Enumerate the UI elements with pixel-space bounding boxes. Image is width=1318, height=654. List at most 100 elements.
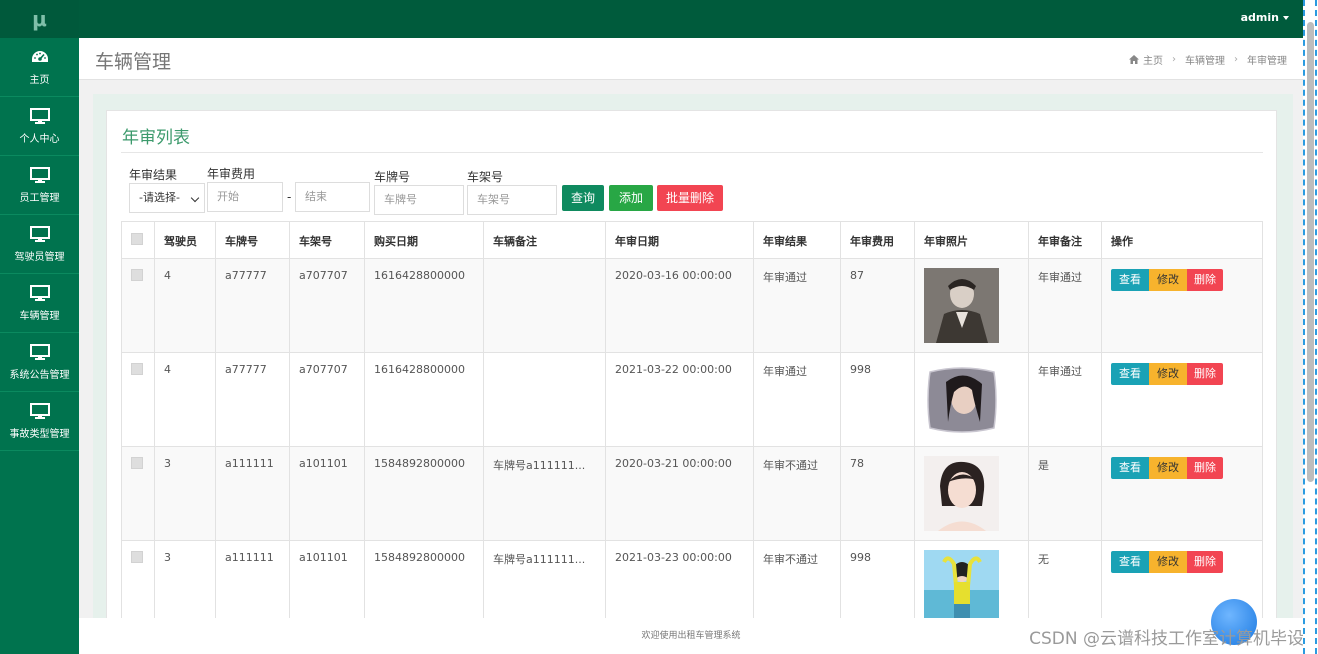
fee-end-input[interactable]: 结束 xyxy=(295,182,370,212)
search-button[interactable]: 查询 xyxy=(562,185,604,211)
batch-delete-button[interactable]: 批量删除 xyxy=(657,185,723,211)
column-header: 车辆备注 xyxy=(483,221,606,259)
row-checkbox[interactable] xyxy=(131,457,143,469)
review-date-cell: 2020-03-16 00:00:00 xyxy=(605,258,754,353)
divider xyxy=(121,152,1263,153)
annual-review-table: 驾驶员 车牌号 车架号 购买日期 车辆备注 年审日期 年审结果 年审费用 年审照… xyxy=(121,221,1263,618)
actions-cell: 查看 修改 删除 xyxy=(1101,352,1263,447)
row-select-cell[interactable] xyxy=(121,540,155,618)
sidebar-item-announcements[interactable]: 系统公告管理 xyxy=(0,333,79,392)
sidebar-item-drivers[interactable]: 驾驶员管理 xyxy=(0,215,79,274)
sidebar-item-profile[interactable]: 个人中心 xyxy=(0,97,79,156)
monitor-icon xyxy=(29,107,50,124)
plate-input[interactable]: 车牌号 xyxy=(374,185,464,215)
table-header-row: 驾驶员 车牌号 车架号 购买日期 车辆备注 年审日期 年审结果 年审费用 年审照… xyxy=(121,221,1263,259)
monitor-icon xyxy=(29,402,50,419)
panel-wrapper: 年审列表 年审结果 -请选择- 年审费用 开始 - 结束 车牌号 车牌号 车架号 xyxy=(93,94,1293,618)
chevron-right-icon: › xyxy=(1234,54,1238,65)
fee-start-input[interactable]: 开始 xyxy=(207,182,283,212)
edit-button[interactable]: 修改 xyxy=(1149,363,1187,385)
chevron-down-icon xyxy=(190,193,200,203)
view-button[interactable]: 查看 xyxy=(1111,269,1149,291)
select-all-checkbox[interactable] xyxy=(131,233,143,245)
delete-button[interactable]: 删除 xyxy=(1187,363,1223,385)
view-button[interactable]: 查看 xyxy=(1111,363,1149,385)
buy-date-cell: 1584892800000 xyxy=(364,446,484,541)
breadcrumb-vehicles[interactable]: 车辆管理 xyxy=(1185,52,1225,67)
caret-down-icon xyxy=(1283,16,1289,20)
vehicle-note-cell: 车牌号a111111... xyxy=(483,540,606,618)
view-button[interactable]: 查看 xyxy=(1111,551,1149,573)
breadcrumb-home[interactable]: 主页 xyxy=(1143,52,1163,67)
actions-cell: 查看 修改 删除 xyxy=(1101,446,1263,541)
review-date-cell: 2021-03-23 00:00:00 xyxy=(605,540,754,618)
sidebar-item-vehicles[interactable]: 车辆管理 xyxy=(0,274,79,333)
row-checkbox[interactable] xyxy=(131,551,143,563)
delete-button[interactable]: 删除 xyxy=(1187,551,1223,573)
sidebar-item-label: 员工管理 xyxy=(19,192,60,204)
plate-cell: a111111 xyxy=(215,540,290,618)
fee-end-placeholder: 结束 xyxy=(305,190,327,203)
frame-cell: a707707 xyxy=(289,258,365,353)
column-header: 操作 xyxy=(1101,221,1263,259)
delete-button[interactable]: 删除 xyxy=(1187,269,1223,291)
sidebar-item-label: 个人中心 xyxy=(19,133,60,145)
select-all-cell[interactable] xyxy=(121,221,155,259)
home-icon xyxy=(1129,55,1139,64)
selection-edge xyxy=(1315,0,1317,654)
column-header: 年审费用 xyxy=(840,221,915,259)
sidebar-item-label: 车辆管理 xyxy=(19,310,60,322)
frame-placeholder: 车架号 xyxy=(477,193,510,206)
photo-cell xyxy=(914,540,1029,618)
column-header: 驾驶员 xyxy=(154,221,216,259)
plate-filter-label: 车牌号 xyxy=(374,170,411,184)
monitor-icon xyxy=(29,225,50,242)
review-date-cell: 2021-03-22 00:00:00 xyxy=(605,352,754,447)
column-header: 年审备注 xyxy=(1028,221,1102,259)
add-button[interactable]: 添加 xyxy=(609,185,653,211)
column-header: 年审结果 xyxy=(753,221,841,259)
edit-button[interactable]: 修改 xyxy=(1149,269,1187,291)
delete-button[interactable]: 删除 xyxy=(1187,457,1223,479)
user-menu[interactable]: admin xyxy=(1241,11,1289,24)
fee-cell: 87 xyxy=(840,258,915,353)
sidebar: μ 主页 个人中心 员工管理 驾驶员管理 车辆管理 系统公告管理 事故类型管理 xyxy=(0,0,79,654)
row-select-cell[interactable] xyxy=(121,446,155,541)
remark-cell: 无 xyxy=(1028,540,1102,618)
photo-cell xyxy=(914,446,1029,541)
breadcrumb-current: 年审管理 xyxy=(1247,56,1287,67)
plate-cell: a111111 xyxy=(215,446,290,541)
scrollbar-thumb[interactable] xyxy=(1307,22,1314,482)
column-header: 年审照片 xyxy=(914,221,1029,259)
table-row: 3 a111111 a101101 1584892800000 车牌号a1111… xyxy=(121,446,1263,541)
fee-cell: 998 xyxy=(840,540,915,618)
photo-beach-icon xyxy=(924,550,999,618)
vehicle-note-cell xyxy=(483,352,606,447)
actions-cell: 查看 修改 删除 xyxy=(1101,258,1263,353)
frame-filter-label: 车架号 xyxy=(467,170,504,184)
sidebar-item-accident-types[interactable]: 事故类型管理 xyxy=(0,392,79,451)
table-row: 4 a77777 a707707 1616428800000 2020-03-1… xyxy=(121,258,1263,353)
selection-edge xyxy=(1303,0,1305,654)
row-select-cell[interactable] xyxy=(121,258,155,353)
sidebar-item-label: 驾驶员管理 xyxy=(14,251,65,263)
row-select-cell[interactable] xyxy=(121,352,155,447)
row-checkbox[interactable] xyxy=(131,269,143,281)
table-row: 3 a111111 a101101 1584892800000 车牌号a1111… xyxy=(121,540,1263,618)
row-checkbox[interactable] xyxy=(131,363,143,375)
sidebar-item-staff[interactable]: 员工管理 xyxy=(0,156,79,215)
edit-button[interactable]: 修改 xyxy=(1149,551,1187,573)
buy-date-cell: 1584892800000 xyxy=(364,540,484,618)
breadcrumb: 主页 › 车辆管理 › 年审管理 xyxy=(1129,52,1287,67)
frame-input[interactable]: 车架号 xyxy=(467,185,557,215)
sidebar-item-home[interactable]: 主页 xyxy=(0,38,79,97)
result-select[interactable]: -请选择- xyxy=(129,183,205,213)
frame-cell: a101101 xyxy=(289,540,365,618)
result-cell: 年审通过 xyxy=(753,352,841,447)
remark-cell: 年审通过 xyxy=(1028,352,1102,447)
result-filter-label: 年审结果 xyxy=(129,168,178,182)
range-separator: - xyxy=(287,190,292,204)
edit-button[interactable]: 修改 xyxy=(1149,457,1187,479)
view-button[interactable]: 查看 xyxy=(1111,457,1149,479)
result-cell: 年审通过 xyxy=(753,258,841,353)
